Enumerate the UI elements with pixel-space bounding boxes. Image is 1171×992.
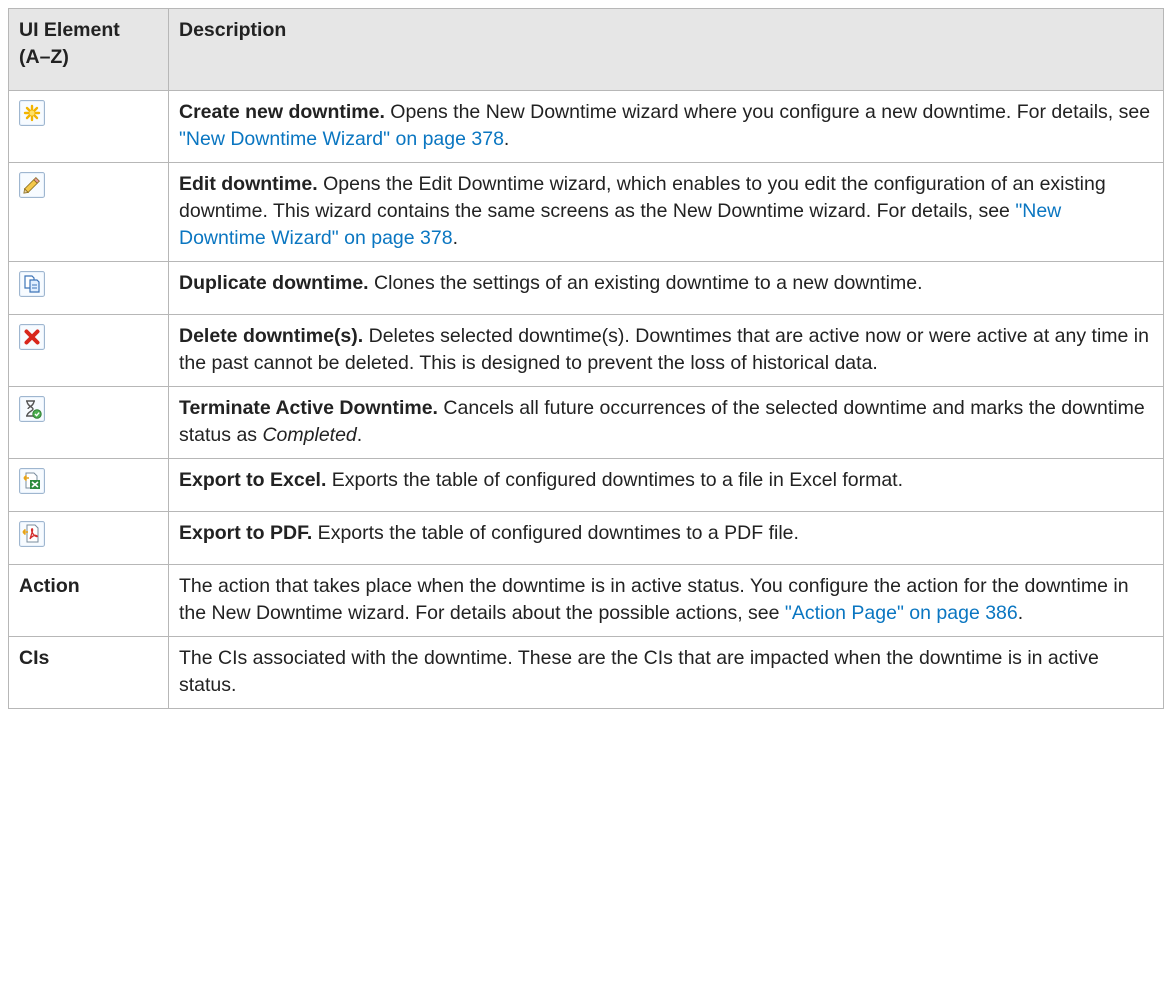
row-title: Export to Excel. bbox=[179, 469, 327, 491]
row-title: Duplicate downtime. bbox=[179, 272, 369, 294]
duplicate-icon bbox=[19, 271, 45, 297]
table-row: Edit downtime. Opens the Edit Downtime w… bbox=[8, 162, 1164, 262]
row-text-end: . bbox=[452, 227, 458, 249]
new-downtime-wizard-link[interactable]: "New Downtime Wizard" on page 378 bbox=[179, 128, 504, 150]
row-title: Edit downtime. bbox=[179, 173, 318, 195]
description-cell: Edit downtime. Opens the Edit Downtime w… bbox=[168, 162, 1164, 262]
delete-icon bbox=[19, 324, 45, 350]
row-title: Create new downtime. bbox=[179, 101, 385, 123]
excel-export-icon bbox=[19, 468, 45, 494]
table-row: Create new downtime. Opens the New Downt… bbox=[8, 90, 1164, 163]
description-cell: The action that takes place when the dow… bbox=[168, 564, 1164, 637]
table-row: CIs The CIs associated with the downtime… bbox=[8, 636, 1164, 709]
column-header-description: Description bbox=[168, 8, 1164, 91]
table-row: Export to Excel. Exports the table of co… bbox=[8, 458, 1164, 512]
row-title: Delete downtime(s). bbox=[179, 325, 364, 347]
table-row: Delete downtime(s). Deletes selected dow… bbox=[8, 314, 1164, 387]
description-cell: Create new downtime. Opens the New Downt… bbox=[168, 90, 1164, 163]
description-cell: The CIs associated with the downtime. Th… bbox=[168, 636, 1164, 709]
ui-element-cell bbox=[8, 261, 169, 315]
column-header-ui-element-line1: UI Element bbox=[19, 19, 120, 41]
description-cell: Export to PDF. Exports the table of conf… bbox=[168, 511, 1164, 565]
action-page-link[interactable]: "Action Page" on page 386 bbox=[785, 602, 1018, 624]
pdf-export-icon bbox=[19, 521, 45, 547]
ui-elements-table: UI Element (A–Z) Description Create new … bbox=[8, 8, 1164, 709]
description-cell: Terminate Active Downtime. Cancels all f… bbox=[168, 386, 1164, 459]
ui-element-cell bbox=[8, 511, 169, 565]
table-row: Duplicate downtime. Clones the settings … bbox=[8, 261, 1164, 315]
description-cell: Duplicate downtime. Clones the settings … bbox=[168, 261, 1164, 315]
row-text: The CIs associated with the downtime. Th… bbox=[179, 647, 1099, 696]
terminate-icon bbox=[19, 396, 45, 422]
table-row: Action The action that takes place when … bbox=[8, 564, 1164, 637]
table-header-row: UI Element (A–Z) Description bbox=[8, 8, 1164, 91]
row-title: Terminate Active Downtime. bbox=[179, 397, 438, 419]
description-cell: Delete downtime(s). Deletes selected dow… bbox=[168, 314, 1164, 387]
row-text: Exports the table of configured downtime… bbox=[326, 469, 903, 491]
ui-element-cell bbox=[8, 458, 169, 512]
ui-element-label: CIs bbox=[8, 636, 169, 709]
completed-status-text: Completed bbox=[262, 424, 357, 446]
row-text-end: . bbox=[1017, 602, 1024, 624]
row-text-end: . bbox=[356, 424, 363, 446]
table-row: Export to PDF. Exports the table of conf… bbox=[8, 511, 1164, 565]
ui-element-cell bbox=[8, 314, 169, 387]
row-text-end: . bbox=[503, 128, 510, 150]
ui-element-label: Action bbox=[8, 564, 169, 637]
ui-element-cell bbox=[8, 162, 169, 262]
row-text: Clones the settings of an existing downt… bbox=[368, 272, 923, 294]
description-cell: Export to Excel. Exports the table of co… bbox=[168, 458, 1164, 512]
row-text: Exports the table of configured downtime… bbox=[312, 522, 799, 544]
row-text: Opens the New Downtime wizard where you … bbox=[384, 101, 1151, 123]
row-text: Opens the Edit Downtime wizard, which en… bbox=[179, 173, 1106, 222]
table-row: Terminate Active Downtime. Cancels all f… bbox=[8, 386, 1164, 459]
create-new-icon bbox=[19, 100, 45, 126]
pencil-icon bbox=[19, 172, 45, 198]
column-header-ui-element-line2: (A–Z) bbox=[19, 46, 69, 68]
column-header-ui-element: UI Element (A–Z) bbox=[8, 8, 169, 91]
row-title: Export to PDF. bbox=[179, 522, 313, 544]
ui-element-cell bbox=[8, 386, 169, 459]
ui-element-cell bbox=[8, 90, 169, 163]
